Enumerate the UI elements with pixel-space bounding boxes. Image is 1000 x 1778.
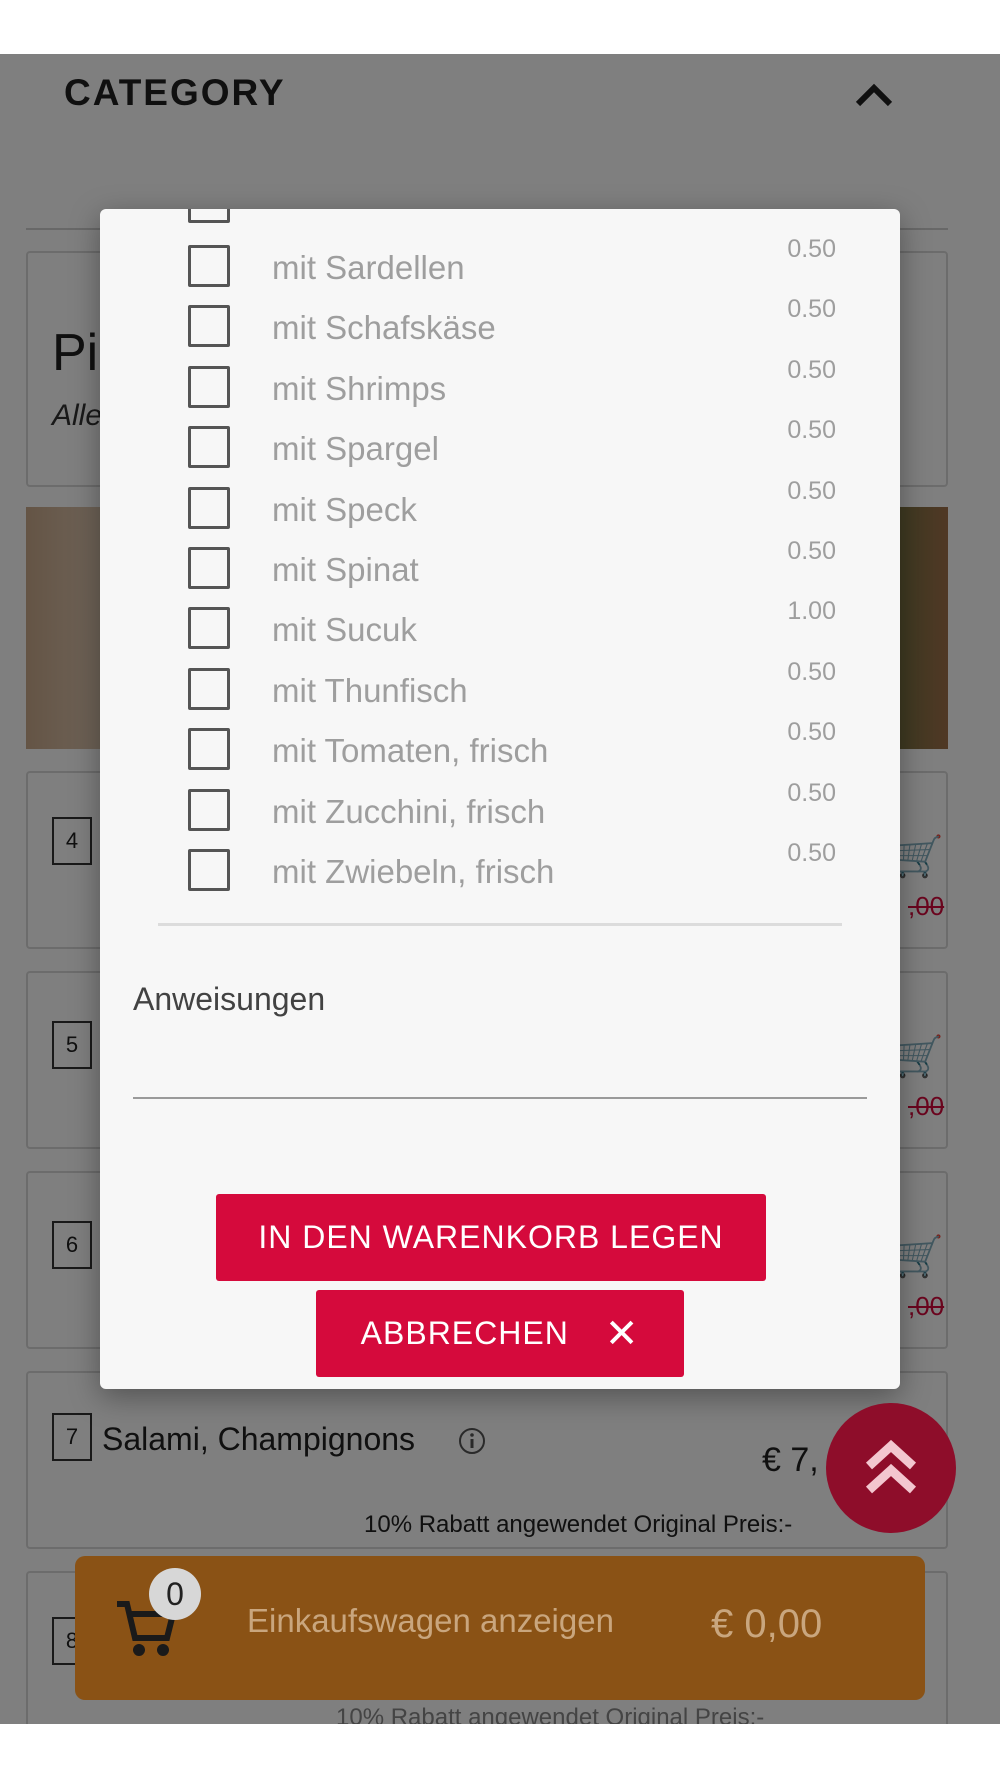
- cart-count-badge: 0: [149, 1568, 201, 1620]
- option-label: mit Schafskäse: [272, 309, 496, 347]
- option-price: 0.50: [787, 416, 836, 445]
- option-label: mit Zwiebeln, frisch: [272, 853, 555, 890]
- option-price: 0.50: [787, 537, 836, 565]
- option-label: mit Sardellen: [272, 249, 465, 286]
- option-price: 1.00: [787, 597, 836, 626]
- double-chevron-up-icon: [865, 1439, 917, 1494]
- cancel-label: ABBRECHEN: [360, 1315, 569, 1351]
- options-modal: mit Sardellen 0.50 mit Schafskäse 0.50 mit S…: [100, 209, 900, 1389]
- option-label: mit Sucuk: [272, 611, 417, 649]
- option-price: 0.50: [787, 295, 836, 324]
- option-row[interactable]: mit Thunfisch 0.50: [100, 658, 900, 718]
- instructions-input[interactable]: [133, 1039, 867, 1099]
- option-price: 0.50: [787, 778, 836, 807]
- divider: [158, 923, 842, 926]
- add-to-cart-button[interactable]: IN DEN WARENKORB LEGEN: [216, 1194, 766, 1281]
- option-label: mit Spinat: [272, 551, 419, 588]
- option-row[interactable]: mit Sardellen 0.50: [100, 235, 900, 295]
- option-checkbox[interactable]: [188, 486, 230, 529]
- option-label: mit Thunfisch: [272, 671, 468, 709]
- option-row[interactable]: mit Speck 0.50: [100, 477, 900, 537]
- option-row[interactable]: mit Sucuk 1.00: [100, 597, 900, 657]
- option-price: 0.50: [787, 476, 836, 505]
- option-price: 0.50: [787, 657, 836, 686]
- option-checkbox[interactable]: [188, 547, 230, 589]
- option-price: 0.50: [787, 355, 836, 384]
- discount-note: 10% Rabatt angewendet Original Preis:-: [336, 1704, 765, 1724]
- scroll-top-button[interactable]: [826, 1403, 956, 1533]
- close-icon: ✕: [604, 1311, 640, 1356]
- option-checkbox[interactable]: [188, 305, 230, 348]
- option-checkbox[interactable]: [188, 849, 230, 891]
- option-row[interactable]: mit Shrimps 0.50: [100, 356, 900, 416]
- option-row[interactable]: mit Zucchini, frisch 0.50: [100, 779, 900, 839]
- option-label: mit Spargel: [272, 430, 439, 468]
- option-label: mit Zucchini, frisch: [272, 792, 546, 830]
- option-label: mit Shrimps: [272, 369, 447, 407]
- option-checkbox[interactable]: [188, 667, 230, 710]
- instructions-label: Anweisungen: [133, 981, 326, 1017]
- option-price: 0.50: [787, 839, 836, 867]
- app-viewport: CATEGORY Pi Alle 4 🛒 ,00 5 🛒 ,00 6 🛒 ,00…: [0, 54, 1000, 1724]
- option-row[interactable]: mit Tomaten, frisch 0.50: [100, 718, 900, 778]
- option-checkbox[interactable]: [188, 209, 230, 223]
- option-checkbox[interactable]: [188, 426, 230, 469]
- option-row[interactable]: mit Zwiebeln, frisch 0.50: [100, 839, 900, 899]
- option-price: 0.50: [787, 235, 836, 263]
- option-row[interactable]: mit Spargel 0.50: [100, 416, 900, 476]
- cancel-button[interactable]: ABBRECHEN ✕: [316, 1290, 684, 1377]
- option-row[interactable]: mit Spinat 0.50: [100, 537, 900, 597]
- option-label: mit Speck: [272, 490, 417, 528]
- view-cart-bar[interactable]: 0 Einkaufswagen anzeigen € 0,00: [75, 1556, 925, 1700]
- option-price: 0.50: [787, 718, 836, 747]
- option-label: mit Tomaten, frisch: [272, 732, 549, 770]
- cart-total: € 0,00: [711, 1602, 823, 1646]
- option-checkbox[interactable]: [188, 728, 230, 771]
- cart-label: Einkaufswagen anzeigen: [247, 1602, 614, 1639]
- option-checkbox[interactable]: [188, 788, 230, 831]
- option-checkbox[interactable]: [188, 365, 230, 408]
- option-checkbox[interactable]: [188, 607, 230, 650]
- option-checkbox[interactable]: [188, 245, 230, 287]
- option-row[interactable]: mit Schafskäse 0.50: [100, 295, 900, 355]
